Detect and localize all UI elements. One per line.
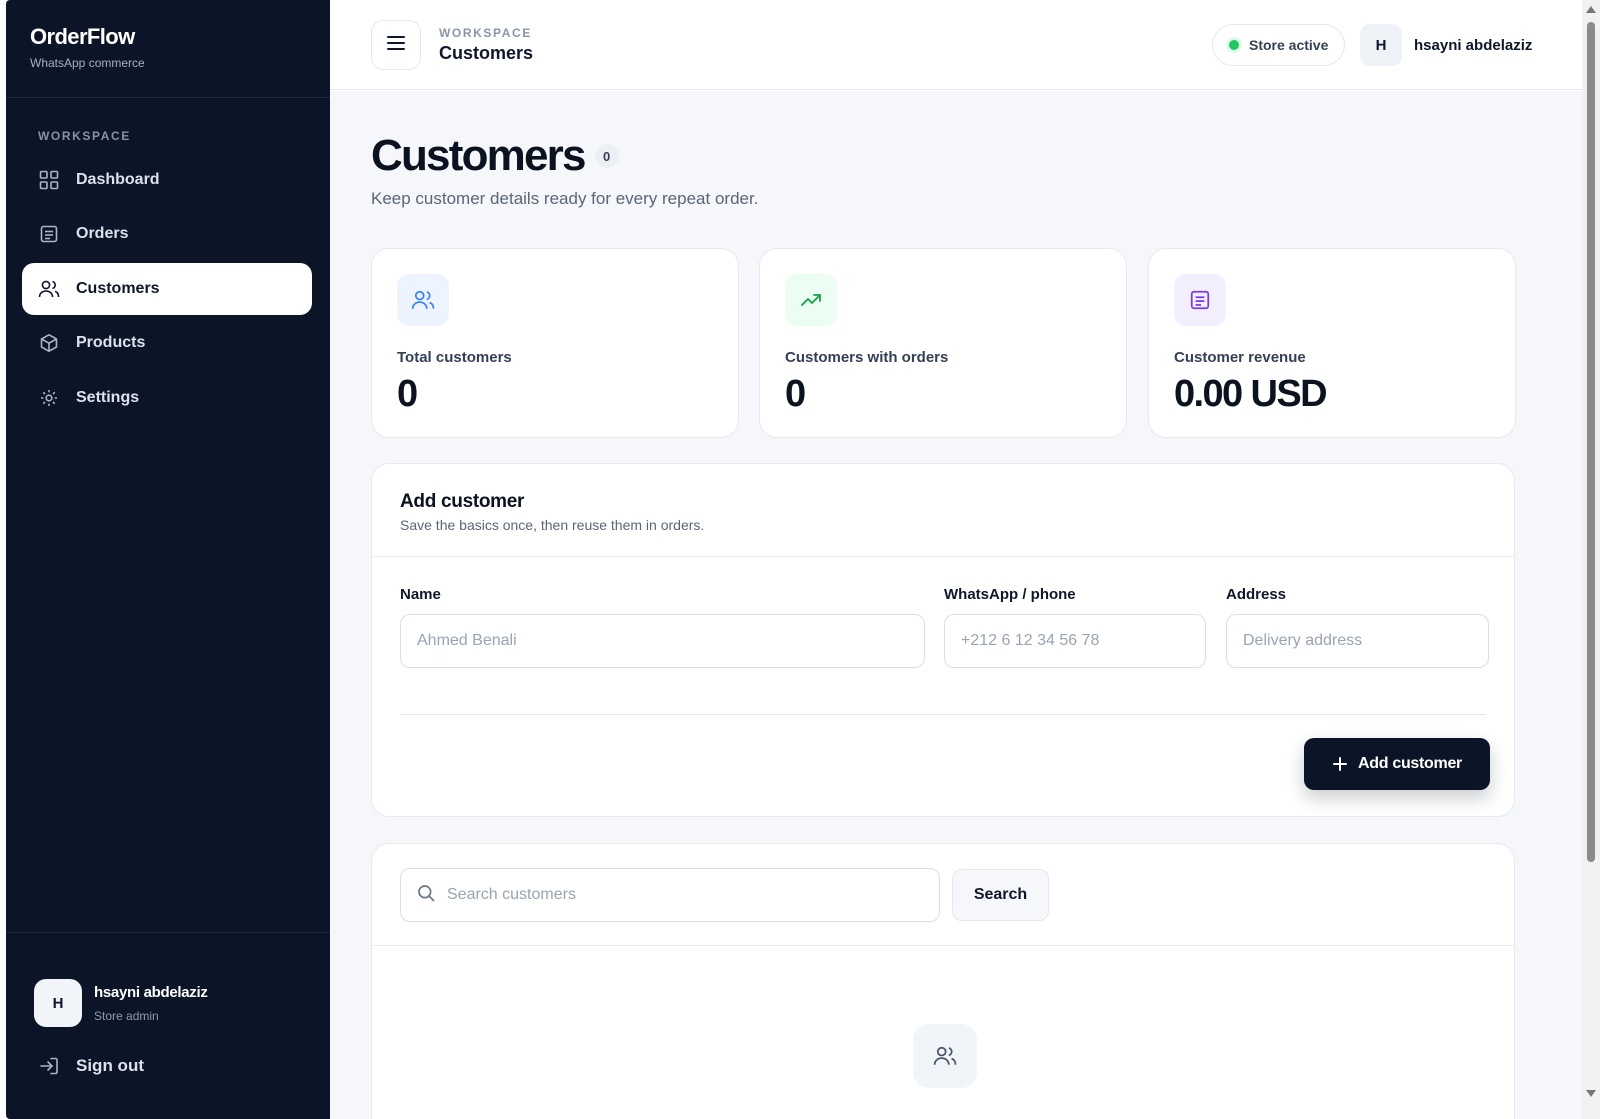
sidebar-divider: [6, 97, 330, 98]
stat-value: 0.00 USD: [1174, 373, 1328, 415]
customer-list-card: Search: [371, 843, 1515, 1119]
menu-button[interactable]: [371, 20, 421, 70]
search-icon: [417, 884, 435, 907]
stat-label: Customer revenue: [1174, 349, 1306, 366]
sidebar-item-label: Orders: [76, 225, 129, 242]
add-customer-title: Add customer: [400, 491, 525, 512]
sign-out-icon: [38, 1056, 60, 1076]
sidebar-user-name: hsayni abdelaziz: [94, 983, 208, 1001]
sidebar-item-label: Products: [76, 334, 146, 351]
user-menu[interactable]: H hsayni abdelaziz: [1360, 24, 1532, 66]
sidebar: OrderFlow WhatsApp commerce WORKSPACE Da…: [6, 0, 330, 1119]
plus-icon: [1332, 756, 1348, 772]
grid-icon: [38, 169, 60, 191]
add-customer-button-label: Add customer: [1358, 755, 1462, 772]
sidebar-section-label: WORKSPACE: [38, 129, 131, 143]
sign-out-label: Sign out: [76, 1056, 144, 1075]
add-customer-subtitle: Save the basics once, then reuse them in…: [400, 517, 705, 533]
sign-out-button[interactable]: Sign out: [38, 1056, 144, 1076]
stat-value: 0: [397, 373, 418, 415]
address-label: Address: [1226, 586, 1287, 603]
scrollbar-thumb[interactable]: [1587, 22, 1595, 862]
sidebar-item-label: Dashboard: [76, 171, 160, 188]
brand-subtitle: WhatsApp commerce: [30, 56, 145, 70]
stat-label: Total customers: [397, 349, 512, 366]
breadcrumb: WORKSPACE Customers: [439, 26, 533, 64]
avatar: H: [34, 979, 82, 1027]
sidebar-item-dashboard[interactable]: Dashboard: [22, 154, 312, 206]
status-dot-icon: [1229, 40, 1239, 50]
users-icon: [913, 1024, 977, 1088]
sidebar-item-orders[interactable]: Orders: [22, 208, 312, 260]
status-badge: Store active: [1212, 24, 1346, 66]
gear-icon: [38, 387, 60, 409]
scroll-down-icon[interactable]: [1586, 1090, 1596, 1097]
name-label: Name: [400, 586, 441, 603]
scrollbar[interactable]: [1582, 0, 1600, 1119]
users-icon: [397, 274, 449, 326]
sidebar-item-label: Settings: [76, 389, 140, 406]
divider: [372, 945, 1514, 946]
stat-card-customers-with-orders: Customers with orders 0: [759, 248, 1127, 438]
search-input[interactable]: [447, 886, 907, 904]
phone-label: WhatsApp / phone: [944, 586, 1076, 603]
receipt-icon: [38, 223, 60, 245]
sidebar-user-role: Store admin: [94, 1008, 159, 1023]
sidebar-user: H hsayni abdelaziz Store admin: [34, 979, 208, 1027]
user-name: hsayni abdelaziz: [1414, 36, 1533, 54]
phone-field[interactable]: [944, 614, 1206, 668]
breadcrumb-section: WORKSPACE: [439, 26, 532, 40]
topbar: WORKSPACE Customers Store active H hsayn…: [330, 0, 1582, 90]
stat-card-total-customers: Total customers 0: [371, 248, 739, 438]
sidebar-item-settings[interactable]: Settings: [22, 372, 312, 424]
add-customer-card: Add customer Save the basics once, then …: [371, 463, 1515, 817]
sidebar-item-customers[interactable]: Customers: [22, 263, 312, 315]
page-title: Customers: [371, 131, 586, 180]
status-label: Store active: [1249, 37, 1329, 53]
box-icon: [38, 332, 60, 354]
breadcrumb-title: Customers: [439, 43, 534, 63]
search-box[interactable]: [400, 868, 940, 922]
stat-card-customer-revenue: Customer revenue 0.00 USD: [1148, 248, 1516, 438]
stat-value: 0: [785, 373, 806, 415]
address-field[interactable]: [1226, 614, 1489, 668]
name-field[interactable]: [400, 614, 925, 668]
sidebar-item-products[interactable]: Products: [22, 317, 312, 369]
divider: [372, 556, 1514, 557]
hamburger-icon: [386, 35, 406, 56]
brand: OrderFlow WhatsApp commerce: [30, 24, 145, 70]
main-content: Customers 0 Keep customer details ready …: [330, 91, 1582, 1119]
users-icon: [38, 278, 60, 300]
search-button[interactable]: Search: [952, 869, 1049, 921]
count-badge: 0: [594, 144, 619, 168]
receipt-icon: [1174, 274, 1226, 326]
brand-title: OrderFlow: [30, 24, 135, 49]
page-title-row: Customers 0: [371, 131, 619, 181]
page-subtitle: Keep customer details ready for every re…: [371, 189, 759, 208]
avatar: H: [1360, 24, 1402, 66]
trending-up-icon: [785, 274, 837, 326]
add-customer-button[interactable]: Add customer: [1304, 738, 1490, 790]
divider: [400, 714, 1486, 715]
sidebar-divider: [6, 932, 330, 933]
stat-label: Customers with orders: [785, 349, 949, 366]
sidebar-item-label: Customers: [76, 280, 160, 297]
scroll-up-icon[interactable]: [1586, 6, 1596, 13]
